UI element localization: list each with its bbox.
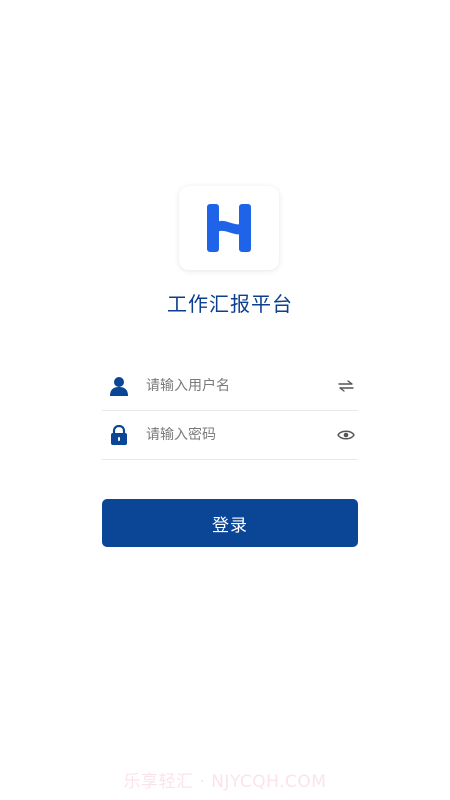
swap-icon[interactable] — [336, 376, 356, 396]
app-logo — [179, 186, 279, 270]
user-icon — [108, 375, 130, 397]
watermark-text: 乐享轻汇 · NJYCQH.COM — [123, 772, 327, 792]
username-input[interactable] — [146, 378, 336, 394]
login-button[interactable]: 登录 — [102, 499, 358, 547]
app-title: 工作汇报平台 — [167, 292, 293, 316]
lock-icon — [108, 424, 130, 446]
eye-icon[interactable] — [336, 425, 356, 445]
letter-h-logo-icon — [207, 204, 251, 252]
username-field — [102, 362, 358, 411]
password-field — [102, 411, 358, 460]
password-input[interactable] — [146, 427, 336, 443]
